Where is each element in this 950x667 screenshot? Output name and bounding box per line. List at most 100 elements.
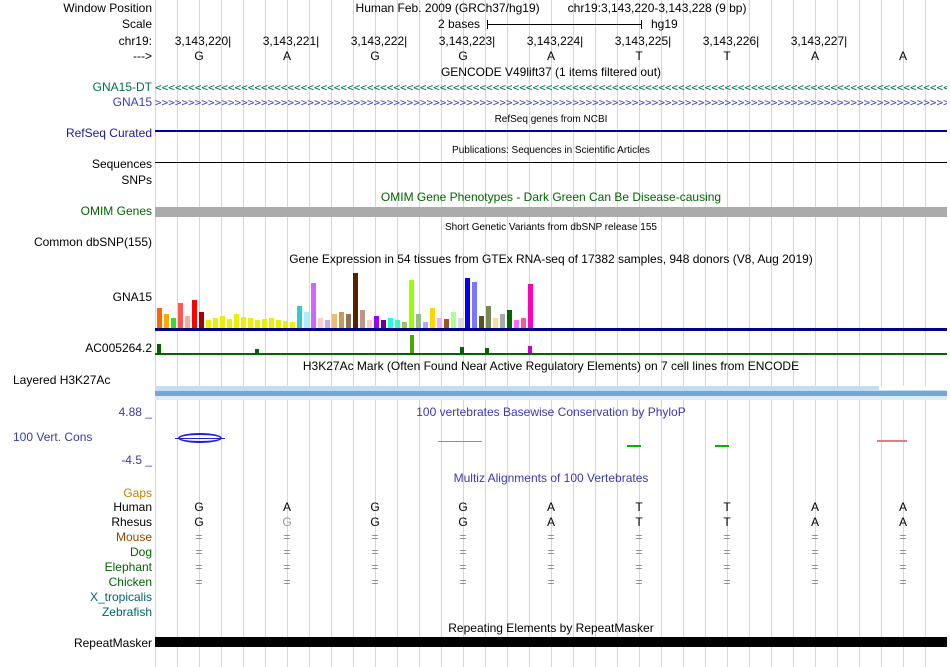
ac005264-track-baseline[interactable] [155,353,947,355]
gtex-expression-bar[interactable] [220,316,225,328]
gtex-expression-bar[interactable] [318,318,323,328]
gtex-expression-bar[interactable] [178,303,183,328]
gtex-expression-bar[interactable] [479,316,484,328]
align-species-label[interactable]: Human [0,501,152,514]
track-data-area: Human Feb. 2009 (GRCh37/hg19) chr19:3,143… [155,0,947,667]
gtex-expression-bar[interactable] [521,318,526,328]
gtex-expression-bar[interactable] [416,314,421,328]
gtex-expression-bar[interactable] [234,314,239,328]
gtex-expression-bar[interactable] [486,306,491,328]
gtex-expression-bar[interactable] [500,314,505,328]
align-base: G [194,500,204,514]
gtex-expression-bar[interactable] [367,320,372,328]
gtex-expression-bar[interactable] [353,273,358,328]
common-dbsnp-track-label[interactable]: Common dbSNP(155) [0,236,152,249]
gtex-expression-bar[interactable] [409,280,414,328]
gtex-expression-bar[interactable] [374,316,379,328]
layered-h3k27ac-band[interactable] [155,386,947,400]
sequences-track-line[interactable] [155,162,947,163]
ac005264-expression-bar[interactable] [157,344,161,353]
repeatmasker-track-label[interactable]: RepeatMasker [0,637,152,650]
gtex-expression-bar[interactable] [185,316,190,328]
align-species-label[interactable]: Elephant [0,561,152,574]
gtex-expression-bar[interactable] [388,318,393,328]
gtex-expression-bar[interactable] [192,300,197,328]
align-species-label[interactable]: Rhesus [0,516,152,529]
ac005264-expression-bar[interactable] [485,348,489,353]
gtex-expression-bar[interactable] [423,322,428,328]
gtex-expression-bar[interactable] [206,320,211,328]
gtex-expression-bar[interactable] [297,306,302,328]
gtex-expression-bar[interactable] [430,308,435,328]
gtex-expression-bar[interactable] [381,320,386,328]
gtex-expression-bar[interactable] [451,312,456,328]
gtex-expression-bar[interactable] [332,314,337,328]
gtex-expression-bar[interactable] [269,318,274,328]
gtex-expression-bar[interactable] [465,278,470,328]
ac005264-expression-bar[interactable] [460,347,464,353]
align-species-label[interactable]: Chicken [0,576,152,589]
gtex-expression-bar[interactable] [276,320,281,328]
align-species-label[interactable]: Zebrafish [0,606,152,619]
refseq-curated-track-label[interactable]: RefSeq Curated [0,127,152,140]
gna15-track-label[interactable]: GNA15 [0,96,152,109]
gtex-expression-bar[interactable] [507,310,512,328]
conservation-track-label[interactable]: 100 Vert. Cons [0,431,152,444]
gtex-expression-bar[interactable] [262,319,267,328]
ac005264-expression-bar[interactable] [255,349,259,353]
align-base: = [547,530,555,544]
ruler-base-letter: T [635,49,643,63]
align-base: = [635,575,643,589]
gtex-expression-bar[interactable] [290,322,295,328]
gtex-expression-bar[interactable] [248,318,253,328]
gtex-expression-bar[interactable] [325,320,330,328]
gna15-dt-track-label[interactable]: GNA15-DT [0,81,152,94]
align-base: G [370,500,380,514]
gtex-expression-bar[interactable] [346,314,351,328]
gtex-gene-label[interactable]: GNA15 [0,291,152,304]
ac005264-gene-label[interactable]: AC005264.2 [0,342,152,355]
gaps-row-label[interactable]: Gaps [0,487,152,500]
omim-genes-track-label[interactable]: OMIM Genes [0,205,152,218]
gtex-expression-bar[interactable] [255,320,260,328]
align-base: = [371,530,379,544]
align-species-label[interactable]: Mouse [0,531,152,544]
snps-track-label[interactable]: SNPs [0,174,152,187]
gtex-expression-bar[interactable] [402,322,407,328]
gtex-expression-bar[interactable] [528,284,533,328]
gtex-expression-bar[interactable] [241,317,246,328]
align-species-label[interactable]: Dog [0,546,152,559]
gtex-expression-bar[interactable] [227,319,232,328]
gtex-expression-bar[interactable] [444,319,449,328]
ac005264-expression-bar[interactable] [410,335,414,353]
gna15-dt-gene-arrows[interactable]: <<<<<<<<<<<<<<<<<<<<<<<<<<<<<<<<<<<<<<<<… [155,81,947,94]
align-base: A [282,500,291,514]
gtex-expression-bar[interactable] [213,318,218,328]
gtex-expression-bar[interactable] [164,314,169,328]
gtex-expression-bar[interactable] [472,282,477,328]
gtex-expression-bar[interactable] [199,312,204,328]
refseq-curated-track-line[interactable] [155,130,947,132]
gtex-expression-bar[interactable] [304,312,309,328]
gtex-expression-bar[interactable] [171,318,176,328]
layered-h3k27ac-track-label[interactable]: Layered H3K27Ac [0,374,152,387]
sequences-track-label[interactable]: Sequences [0,158,152,171]
repeatmasker-track-bar[interactable] [155,637,947,647]
gtex-expression-bar[interactable] [458,318,463,328]
gtex-expression-bar[interactable] [493,318,498,328]
gtex-expression-bar[interactable] [157,308,162,328]
align-species-label[interactable]: X_tropicalis [0,591,152,604]
gtex-expression-bar[interactable] [437,318,442,328]
gtex-expression-bar[interactable] [514,320,519,328]
phylop-mark [627,445,641,447]
gtex-expression-bar[interactable] [283,321,288,328]
gtex-expression-bar[interactable] [395,320,400,328]
gna15-gene-arrows[interactable]: >>>>>>>>>>>>>>>>>>>>>>>>>>>>>>>>>>>>>>>>… [155,96,947,109]
gtex-expression-bar[interactable] [339,312,344,328]
align-base: T [635,515,643,529]
gtex-expression-bar[interactable] [311,283,316,328]
gtex-expression-bar[interactable] [360,310,365,328]
omim-genes-track-bar[interactable] [155,207,947,217]
gtex-track-baseline[interactable] [155,328,947,331]
ac005264-expression-bar[interactable] [528,346,532,353]
